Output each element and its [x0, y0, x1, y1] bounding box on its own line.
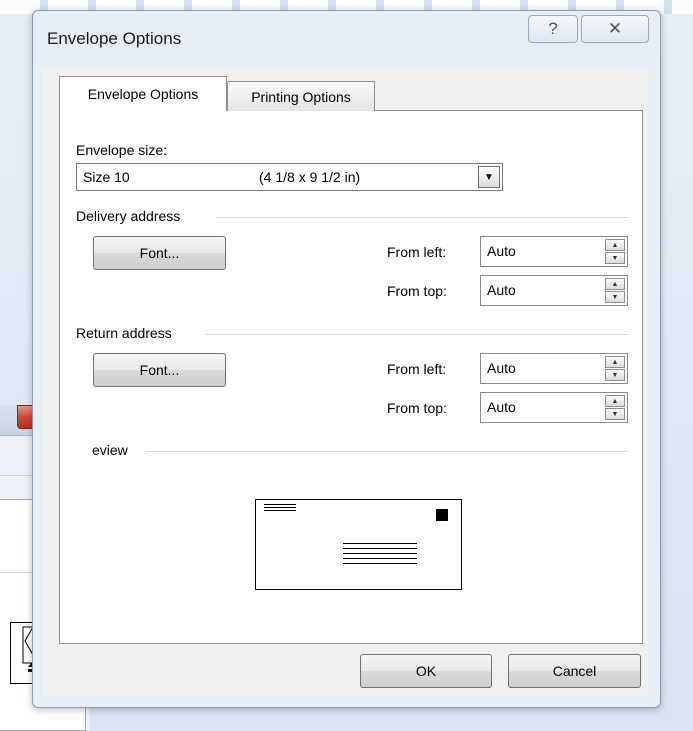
- return-from-top-field[interactable]: Auto ▲ ▼: [480, 392, 628, 423]
- dropdown-arrow[interactable]: ▼: [478, 166, 500, 188]
- return-address-heading: Return address: [76, 325, 172, 341]
- spin-buttons[interactable]: ▲ ▼: [605, 395, 625, 420]
- close-icon: ✕: [607, 19, 623, 38]
- spin-value: Auto: [487, 282, 516, 298]
- delivery-address-line: [343, 558, 417, 559]
- tab-label: Envelope Options: [87, 86, 199, 102]
- close-button[interactable]: ✕: [581, 15, 649, 43]
- envelope-size-value: Size 10: [83, 169, 130, 185]
- spin-down-icon[interactable]: ▼: [605, 408, 625, 420]
- spin-value: Auto: [487, 243, 516, 259]
- divider: [205, 334, 628, 335]
- return-address-line: [264, 507, 296, 508]
- return-from-left-field[interactable]: Auto ▲ ▼: [480, 353, 628, 384]
- envelope-options-dialog: Envelope Options ? ✕ Envelope Options Pr…: [32, 10, 661, 708]
- spin-up-icon[interactable]: ▲: [605, 356, 625, 368]
- button-label: OK: [415, 663, 437, 679]
- spin-buttons[interactable]: ▲ ▼: [605, 356, 625, 381]
- cancel-button[interactable]: Cancel: [508, 654, 641, 688]
- divider: [216, 217, 628, 218]
- preview-heading: eview: [92, 442, 128, 458]
- spin-buttons[interactable]: ▲ ▼: [605, 278, 625, 303]
- return-font-button[interactable]: Font...: [93, 353, 226, 387]
- delivery-address-line: [343, 543, 417, 544]
- delivery-from-left-field[interactable]: Auto ▲ ▼: [480, 236, 628, 267]
- spin-up-icon[interactable]: ▲: [605, 278, 625, 290]
- spin-down-icon[interactable]: ▼: [605, 369, 625, 381]
- spin-value: Auto: [487, 360, 516, 376]
- delivery-address-line: [343, 548, 417, 549]
- delivery-from-left-label: From left:: [387, 244, 447, 260]
- spin-up-icon[interactable]: ▲: [605, 239, 625, 251]
- spin-value: Auto: [487, 399, 516, 415]
- help-icon: ?: [548, 19, 558, 38]
- spin-down-icon[interactable]: ▼: [605, 291, 625, 303]
- divider: [146, 451, 628, 452]
- envelope-size-label: Envelope size:: [76, 142, 168, 158]
- dialog-client-area: Envelope Options Printing Options Envelo…: [42, 69, 649, 696]
- chevron-down-icon: ▼: [484, 171, 494, 183]
- return-from-top-label: From top:: [387, 400, 447, 416]
- tab-printing-options[interactable]: Printing Options: [227, 81, 375, 111]
- ok-button[interactable]: OK: [360, 654, 492, 688]
- envelope-preview: [255, 499, 462, 590]
- return-address-line: [264, 504, 296, 505]
- return-from-left-label: From left:: [387, 361, 447, 377]
- delivery-font-button[interactable]: Font...: [93, 236, 226, 270]
- help-button[interactable]: ?: [528, 15, 578, 43]
- delivery-address-heading: Delivery address: [76, 208, 181, 224]
- stamp-icon: [436, 509, 448, 521]
- button-label: Font...: [139, 245, 180, 261]
- envelope-size-select[interactable]: Size 10 (4 1/8 x 9 1/2 in) ▼: [76, 163, 503, 191]
- spin-buttons[interactable]: ▲ ▼: [605, 239, 625, 264]
- return-address-line: [264, 510, 296, 511]
- dialog-titlebar: Envelope Options ? ✕: [33, 11, 660, 67]
- spin-up-icon[interactable]: ▲: [605, 395, 625, 407]
- delivery-address-line: [343, 563, 417, 564]
- delivery-from-top-label: From top:: [387, 283, 447, 299]
- button-label: Font...: [139, 362, 180, 378]
- spin-down-icon[interactable]: ▼: [605, 252, 625, 264]
- delivery-from-top-field[interactable]: Auto ▲ ▼: [480, 275, 628, 306]
- dialog-title: Envelope Options: [47, 29, 182, 48]
- button-label: Cancel: [552, 663, 597, 679]
- envelope-size-dimensions: (4 1/8 x 9 1/2 in): [259, 169, 361, 185]
- delivery-address-line: [343, 553, 417, 554]
- tab-envelope-options[interactable]: Envelope Options: [59, 76, 227, 111]
- tab-label: Printing Options: [251, 88, 351, 105]
